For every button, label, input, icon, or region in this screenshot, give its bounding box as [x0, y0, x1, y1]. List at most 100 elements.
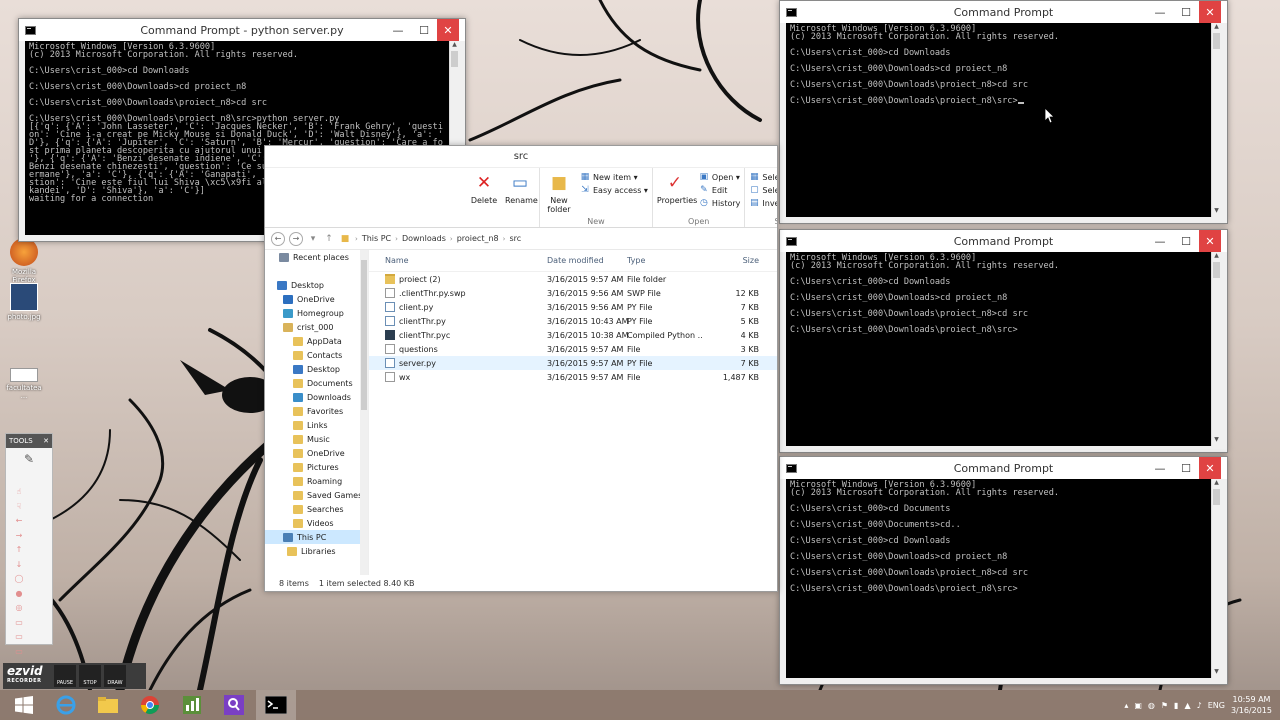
invert-selection-button[interactable]: ▤Invert selection: [749, 198, 777, 208]
nav-item[interactable]: Videos: [265, 516, 368, 530]
nav-item[interactable]: Pictures: [265, 460, 368, 474]
nav-item[interactable]: Searches: [265, 502, 368, 516]
close-button[interactable]: ✕: [437, 19, 459, 41]
select-none-button[interactable]: ▢Select none: [749, 185, 777, 195]
stop-button[interactable]: STOP: [79, 665, 101, 687]
nav-item[interactable]: Links: [265, 418, 368, 432]
thumbs-up-icon[interactable]: ☝: [10, 486, 28, 498]
stamp-icon[interactable]: ▭: [10, 645, 28, 657]
file-row[interactable]: server.py 3/16/2015 9:57 AM PY File 7 KB: [369, 356, 777, 370]
taskbar-app-purple[interactable]: [214, 690, 254, 720]
nav-item[interactable]: Music: [265, 432, 368, 446]
breadcrumb-item[interactable]: Downloads: [402, 234, 446, 243]
breadcrumb-item[interactable]: src: [509, 234, 521, 243]
tray-app-icon[interactable]: ▣: [1134, 701, 1142, 710]
delete-button[interactable]: ✕ Delete: [469, 172, 499, 215]
minimize-button[interactable]: —: [385, 19, 411, 41]
clock[interactable]: 10:59 AM 3/16/2015: [1231, 694, 1272, 716]
stamp-icon[interactable]: ▭: [10, 616, 28, 628]
vertical-scrollbar[interactable]: [360, 250, 368, 575]
console-output[interactable]: Microsoft Windows [Version 6.3.9600] (c) …: [786, 479, 1221, 678]
thumbs-down-icon[interactable]: ☟: [10, 500, 28, 512]
desktop-icon-photo[interactable]: photo.jpg: [2, 283, 46, 321]
easy-access-button[interactable]: ⇲ Easy access ▾: [580, 185, 648, 195]
file-row[interactable]: wx 3/16/2015 9:57 AM File 1,487 KB: [369, 370, 777, 384]
recent-dropdown-icon[interactable]: ▾: [307, 234, 319, 244]
new-folder-button[interactable]: ■ New folder: [544, 172, 574, 215]
close-button[interactable]: ✕: [1199, 230, 1221, 252]
maximize-button[interactable]: ☐: [1173, 457, 1199, 479]
tray-chevron-icon[interactable]: ▴: [1124, 701, 1128, 710]
nav-item[interactable]: OneDrive: [265, 446, 368, 460]
file-row[interactable]: .clientThr.py.swp 3/16/2015 9:56 AM SWP Fi…: [369, 286, 777, 300]
arrow-left-icon[interactable]: ←: [10, 515, 28, 527]
cmd-window-top-right[interactable]: Command Prompt — ☐ ✕ Microsoft Windows […: [779, 0, 1228, 224]
vertical-scrollbar[interactable]: ▲▼: [1211, 252, 1221, 446]
breadcrumb-item[interactable]: This PC: [362, 234, 391, 243]
arrow-up-icon[interactable]: ↑: [10, 544, 28, 556]
properties-button[interactable]: ✓ Properties: [657, 172, 697, 215]
open-button[interactable]: ▣ Open ▾: [699, 172, 740, 182]
stamp-icon[interactable]: ◎: [10, 602, 28, 614]
circle-icon[interactable]: ◯: [10, 573, 28, 585]
arrow-right-icon[interactable]: →: [10, 529, 28, 541]
console-output[interactable]: Microsoft Windows [Version 6.3.9600] (c) …: [786, 23, 1221, 217]
minimize-button[interactable]: —: [1147, 457, 1173, 479]
window-titlebar[interactable]: Command Prompt - python server.py — ☐ ✕: [19, 19, 465, 41]
brush-icon[interactable]: ✎: [6, 448, 52, 470]
taskbar-file-explorer[interactable]: [88, 690, 128, 720]
cmd-window-bottom-right[interactable]: Command Prompt — ☐ ✕ Microsoft Windows […: [779, 456, 1228, 685]
file-list[interactable]: Name Date modified Type Size proiect (2)…: [369, 250, 777, 575]
window-titlebar[interactable]: Command Prompt — ☐ ✕: [780, 457, 1227, 479]
close-button[interactable]: ✕: [1199, 457, 1221, 479]
tools-panel[interactable]: TOOLS ✕ ✎ ☝☟ ←→ ↑↓ ◯● ◎▭ ▭▭ ▭▭ ▭▭: [5, 433, 53, 714]
file-row[interactable]: client.py 3/16/2015 9:56 AM PY File 7 KB: [369, 300, 777, 314]
battery-icon[interactable]: ▮: [1174, 701, 1178, 710]
stamp-icon[interactable]: ▭: [10, 631, 28, 643]
edit-button[interactable]: ✎ Edit: [699, 185, 740, 195]
nav-item[interactable]: Homegroup: [265, 306, 368, 320]
rename-button[interactable]: ▭ Rename: [505, 172, 538, 215]
file-row[interactable]: clientThr.pyc 3/16/2015 10:38 AM Compiled …: [369, 328, 777, 342]
highlight-icon[interactable]: ●: [10, 587, 28, 599]
file-explorer-window[interactable]: src ✕ Delete ▭ Rename ■ New folder ▦ New …: [264, 145, 778, 592]
nav-item[interactable]: AppData: [265, 334, 368, 348]
nav-item[interactable]: Recent places: [265, 250, 368, 264]
nav-item[interactable]: Desktop: [265, 362, 368, 376]
start-button[interactable]: [4, 690, 44, 720]
vertical-scrollbar[interactable]: ▲▼: [1211, 479, 1221, 678]
minimize-button[interactable]: —: [1147, 1, 1173, 23]
volume-icon[interactable]: ♪: [1197, 701, 1202, 710]
history-button[interactable]: ◷ History: [699, 198, 740, 208]
column-header-name[interactable]: Name: [369, 256, 543, 265]
file-row[interactable]: questions 3/16/2015 9:57 AM File 3 KB: [369, 342, 777, 356]
desktop-icon-facultatea[interactable]: facultatea ...: [2, 368, 46, 400]
nav-item[interactable]: Favorites: [265, 404, 368, 418]
forward-arrow-icon[interactable]: →: [289, 231, 303, 246]
tray-app-icon[interactable]: ◍: [1148, 701, 1155, 710]
pause-button[interactable]: PAUSE: [54, 665, 76, 687]
console-output[interactable]: Microsoft Windows [Version 6.3.9600] (c) …: [786, 252, 1221, 446]
column-header-size[interactable]: Size: [703, 256, 765, 265]
address-bar[interactable]: ← → ▾ ↑ ■ › This PC › Downloads › proiec…: [265, 228, 777, 250]
maximize-button[interactable]: ☐: [1173, 230, 1199, 252]
desktop-icon-firefox[interactable]: Mozilla Firefox: [2, 238, 46, 284]
minimize-button[interactable]: —: [1147, 230, 1173, 252]
select-all-button[interactable]: ▦Select all: [749, 172, 777, 182]
close-icon[interactable]: ✕: [43, 437, 49, 445]
nav-item[interactable]: Downloads: [265, 390, 368, 404]
draw-button[interactable]: DRAW: [104, 665, 126, 687]
navigation-pane[interactable]: Recent places Desktop OneDrive Homegroup cri…: [265, 250, 369, 575]
column-header-date[interactable]: Date modified: [543, 256, 623, 265]
nav-item[interactable]: OneDrive: [265, 292, 368, 306]
column-header-type[interactable]: Type: [623, 256, 703, 265]
nav-item[interactable]: Documents: [265, 376, 368, 390]
flag-icon[interactable]: ⚑: [1161, 701, 1168, 710]
taskbar-chrome[interactable]: [130, 690, 170, 720]
network-icon[interactable]: ▲: [1184, 701, 1190, 710]
maximize-button[interactable]: ☐: [411, 19, 437, 41]
back-arrow-icon[interactable]: ←: [271, 231, 285, 246]
taskbar-internet-explorer[interactable]: [46, 690, 86, 720]
file-row[interactable]: clientThr.py 3/16/2015 10:43 AM PY File 5 K…: [369, 314, 777, 328]
nav-item[interactable]: Libraries: [265, 544, 368, 558]
